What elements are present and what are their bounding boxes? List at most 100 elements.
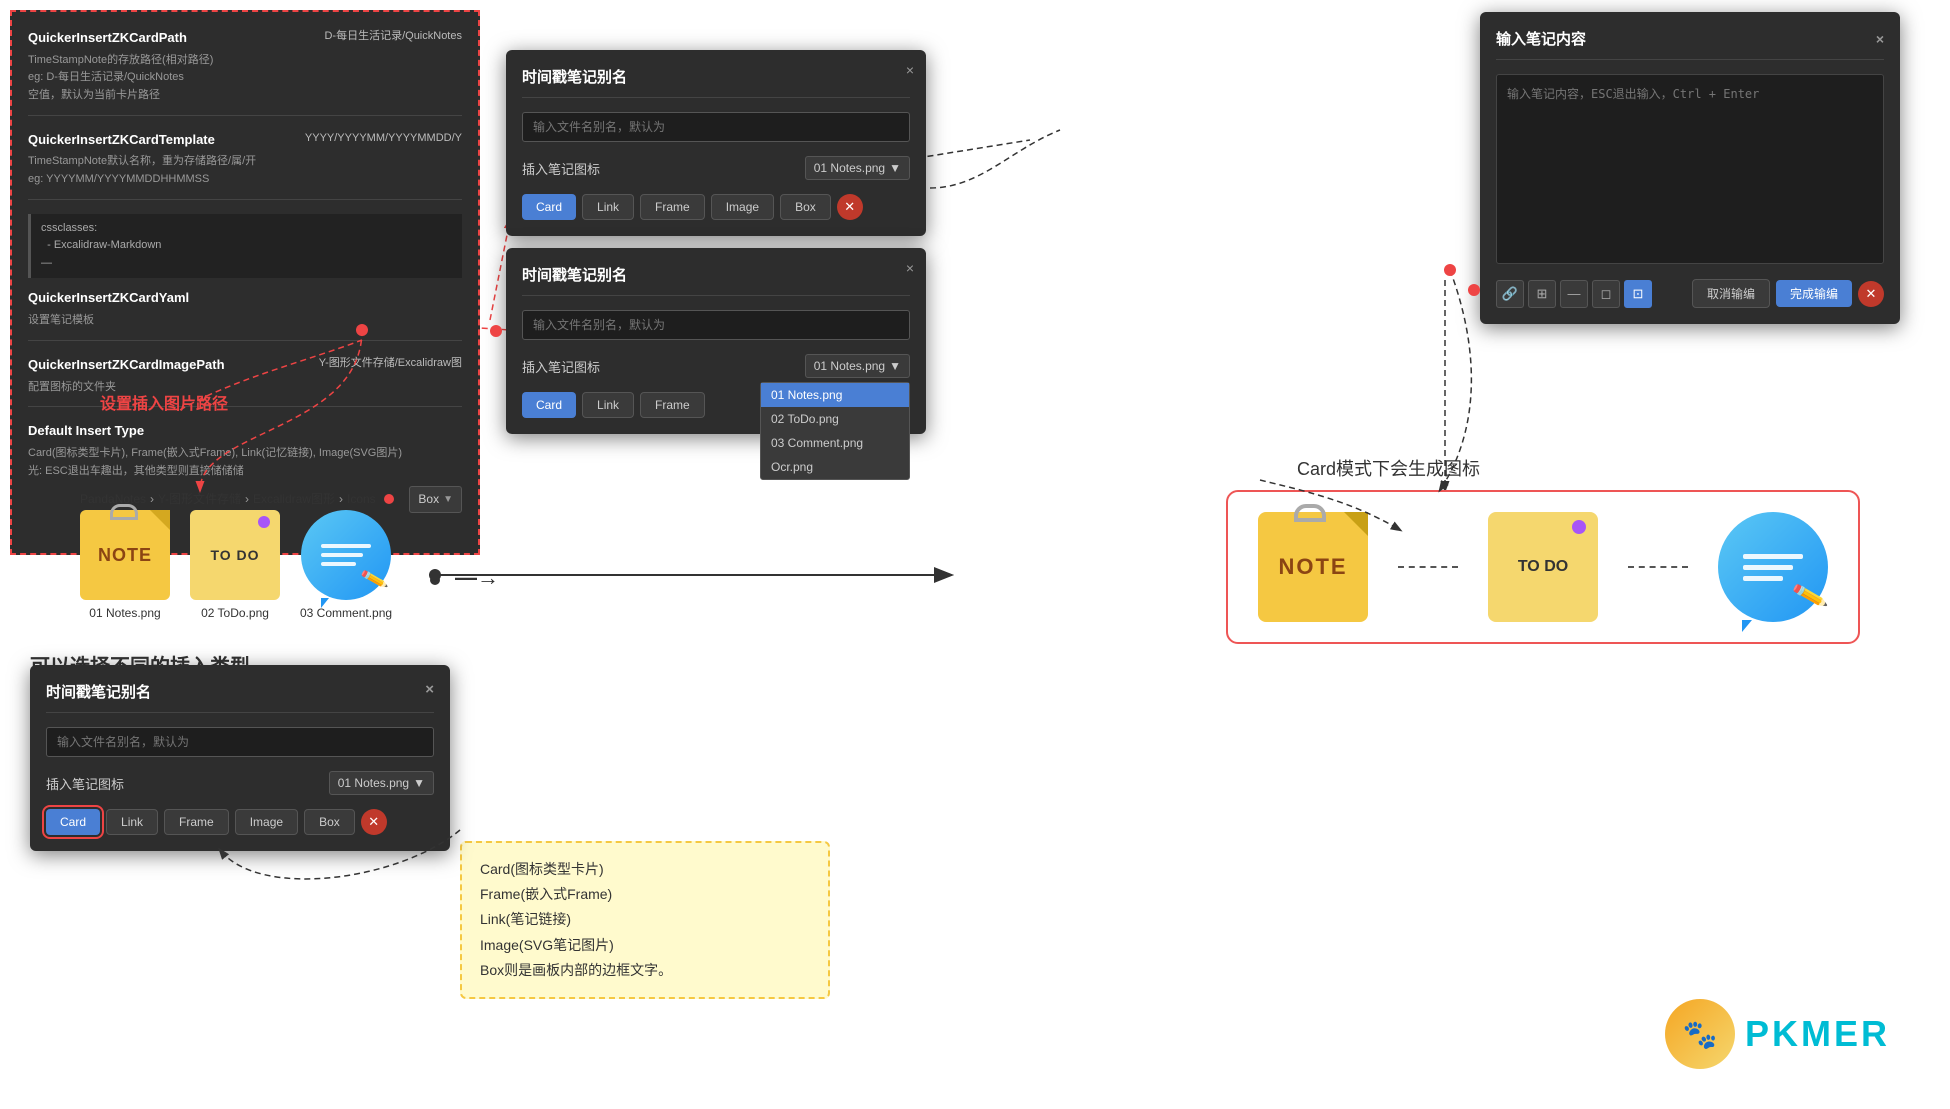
lower-dialog-close[interactable]: × <box>425 681 434 702</box>
dialog1-btn-box[interactable]: Box <box>780 194 831 220</box>
settings-value-4: Y-图形文件存储/Excalidraw图 <box>319 355 462 373</box>
lower-dialog-insert-label: 插入笔记图标 <box>46 774 124 793</box>
purple-dot-icon <box>258 516 270 528</box>
dialog2-name-input[interactable] <box>522 310 910 340</box>
note-close-btn[interactable]: ✕ <box>1858 281 1884 307</box>
yellow-box-line5: Box则是画板内部的边框文字。 <box>480 958 810 983</box>
yellow-box-line1: Card(图标类型卡片) <box>480 857 810 882</box>
settings-item-yaml: QuickerInsertZKCardYaml 设置笔记模板 <box>28 288 462 340</box>
dialog1-insert-label: 插入笔记图标 <box>522 159 600 178</box>
settings-item-template: QuickerInsertZKCardTemplate TimeStampNot… <box>28 130 462 200</box>
large-todo-icon: TO DO <box>1488 512 1598 622</box>
dialog1-icon-select[interactable]: 01 Notes.png ▼ <box>805 156 910 180</box>
annotation-path-label: 设置插入图片路径 <box>100 390 228 414</box>
dialog2-select-value: 01 Notes.png <box>814 359 885 373</box>
dialog1-select-arrow: ▼ <box>889 161 901 175</box>
note-confirm-btn[interactable]: 完成输编 <box>1776 280 1852 307</box>
red-dot-note-icons <box>1468 284 1480 296</box>
lower-dialog: 时间戳笔记别名 × 插入笔记图标 01 Notes.png ▼ Card Lin… <box>30 665 450 851</box>
breadcrumb-item-1: PandaNotes <box>80 492 146 506</box>
settings-panel: QuickerInsertZKCardPath TimeStampNote的存放… <box>10 10 480 555</box>
file-icons-area: NOTE 01 Notes.png TO DO 02 ToDo.png ✏️ 0… <box>80 510 392 620</box>
dropdown-item-1[interactable]: 01 Notes.png <box>761 383 909 407</box>
settings-desc-5b: 光: ESC退出车趣出，其他类型则直接储储储 <box>28 463 462 481</box>
settings-item-path: QuickerInsertZKCardPath TimeStampNote的存放… <box>28 28 462 116</box>
dialog2-btn-link[interactable]: Link <box>582 392 634 418</box>
note-input-dialog: 输入笔记内容 × 🔗 ⊞ — ◻ ⊡ 取消输编 完成输编 ✕ <box>1480 12 1900 324</box>
file-label-1: 01 Notes.png <box>89 606 160 620</box>
dialog-2: 时间戳笔记别名 × 插入笔记图标 01 Notes.png ▼ 01 Notes… <box>506 248 926 434</box>
note-icon-minus[interactable]: — <box>1560 280 1588 308</box>
lower-dialog-select[interactable]: 01 Notes.png ▼ <box>329 771 434 795</box>
todo-icon-img: TO DO <box>190 510 280 600</box>
dialog2-btn-frame[interactable]: Frame <box>640 392 705 418</box>
note-action-buttons: 取消输编 完成输编 ✕ <box>1692 279 1884 308</box>
lower-dialog-input[interactable] <box>46 727 434 757</box>
note-icon-hash[interactable]: ⊡ <box>1624 280 1652 308</box>
note-icon-eraser[interactable]: ◻ <box>1592 280 1620 308</box>
note-icon-img: NOTE <box>80 510 170 600</box>
dashed-connector-2 <box>1628 566 1688 568</box>
large-comment-icon: ✏️ <box>1718 512 1828 622</box>
breadcrumb-item-4: Icons <box>347 492 376 506</box>
note-textarea[interactable] <box>1496 74 1884 264</box>
dialog2-icon-select[interactable]: 01 Notes.png ▼ <box>805 354 910 378</box>
lower-dialog-btn-link[interactable]: Link <box>106 809 158 835</box>
dialog1-btn-close[interactable]: ✕ <box>837 194 863 220</box>
select-arrow-icon: ▼ <box>443 492 453 508</box>
large-note-icon: NOTE <box>1258 512 1368 622</box>
note-icon-grid[interactable]: ⊞ <box>1528 280 1556 308</box>
settings-value-1: D-每日生活记录/QuickNotes <box>324 28 462 46</box>
dropdown-item-2[interactable]: 02 ToDo.png <box>761 407 909 431</box>
lower-dialog-btn-image[interactable]: Image <box>235 809 298 835</box>
settings-item-imagepath: QuickerInsertZKCardImagePath 配置图标的文件夹 Y-… <box>28 355 462 407</box>
lower-dialog-btn-close[interactable]: ✕ <box>361 809 387 835</box>
dropdown-item-4[interactable]: Ocr.png <box>761 455 909 479</box>
clip-icon <box>110 504 138 520</box>
dialog2-insert-label: 插入笔记图标 <box>522 357 600 376</box>
dialog1-buttons: Card Link Frame Image Box ✕ <box>522 194 910 220</box>
lower-dialog-btn-card[interactable]: Card <box>46 809 100 835</box>
file-icon-comment: ✏️ 03 Comment.png <box>300 510 392 620</box>
file-label-3: 03 Comment.png <box>300 606 392 620</box>
dialog1-select-value: 01 Notes.png <box>814 161 885 175</box>
dialog1-name-input[interactable] <box>522 112 910 142</box>
yellow-box-line2: Frame(嵌入式Frame) <box>480 882 810 907</box>
comment-icon-img: ✏️ <box>301 510 391 600</box>
dialog1-btn-link[interactable]: Link <box>582 194 634 220</box>
note-dialog-close[interactable]: × <box>1876 31 1884 47</box>
dialog2-title: 时间戳笔记别名 <box>522 264 910 296</box>
note-cancel-btn[interactable]: 取消输编 <box>1692 279 1770 308</box>
large-purple-dot <box>1572 520 1586 534</box>
large-icons-area: NOTE TO DO ✏️ <box>1226 490 1860 644</box>
note-icon-link[interactable]: 🔗 <box>1496 280 1524 308</box>
select-value: Box <box>418 490 439 509</box>
lower-dialog-select-value: 01 Notes.png <box>338 776 409 790</box>
dropdown-item-3[interactable]: 03 Comment.png <box>761 431 909 455</box>
yellow-info-box: Card(图标类型卡片) Frame(嵌入式Frame) Link(笔记链接) … <box>460 841 830 999</box>
lower-dialog-btn-frame[interactable]: Frame <box>164 809 229 835</box>
settings-desc-3: 设置笔记模板 <box>28 312 462 330</box>
lower-dialog-btn-box[interactable]: Box <box>304 809 355 835</box>
dialog1-btn-image[interactable]: Image <box>711 194 774 220</box>
settings-item-inserttype: Default Insert Type Card(图标类型卡片), Frame(… <box>28 421 462 523</box>
dialog2-btn-card[interactable]: Card <box>522 392 576 418</box>
yellow-box-line3: Link(笔记链接) <box>480 907 810 932</box>
dialog2-close[interactable]: × <box>906 260 914 276</box>
dialog-1: 时间戳笔记别名 × 插入笔记图标 01 Notes.png ▼ Card Lin… <box>506 50 926 236</box>
black-dot-files-icons <box>430 575 440 585</box>
pkmer-text: PKMER <box>1745 1013 1890 1055</box>
dialog1-close[interactable]: × <box>906 62 914 78</box>
pencil-icon: ✏️ <box>359 564 390 595</box>
settings-key-1: QuickerInsertZKCardPath <box>28 28 324 49</box>
settings-key-4: QuickerInsertZKCardImagePath <box>28 355 319 376</box>
dialog1-btn-frame[interactable]: Frame <box>640 194 705 220</box>
settings-desc-1b: eg: D-每日生活记录/QuickNotes <box>28 69 324 87</box>
file-label-2: 02 ToDo.png <box>201 606 269 620</box>
insert-type-select[interactable]: Box ▼ <box>409 486 462 513</box>
pkmer-logo: 🐾 PKMER <box>1665 999 1890 1069</box>
breadcrumb-item-2: Y-图形文件存储 <box>158 490 241 507</box>
dialog1-btn-card[interactable]: Card <box>522 194 576 220</box>
pkmer-circle-icon: 🐾 <box>1665 999 1735 1069</box>
settings-key-3: QuickerInsertZKCardYaml <box>28 288 462 309</box>
